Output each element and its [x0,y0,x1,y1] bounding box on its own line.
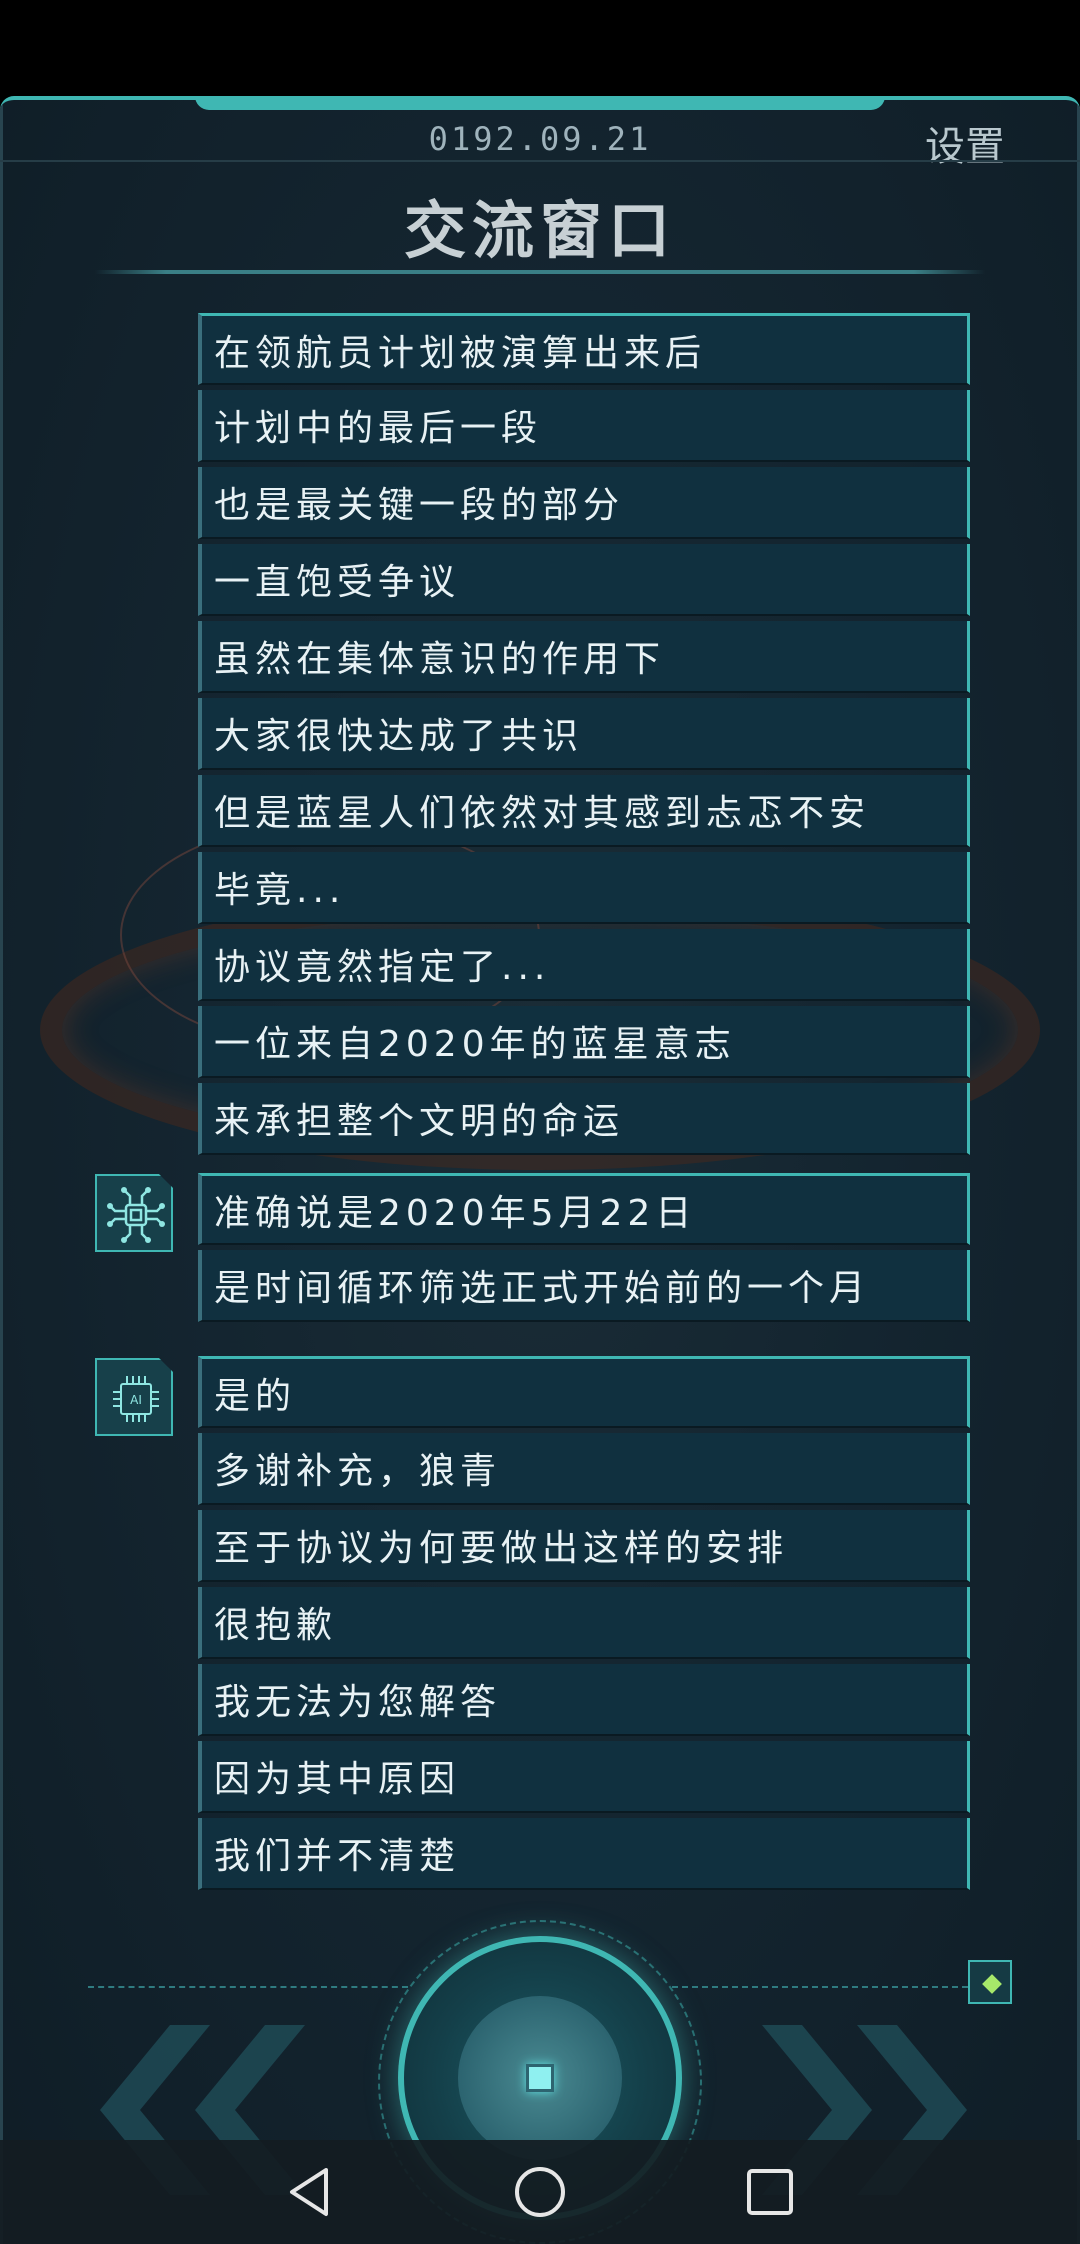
chat-message: 一直饱受争议 [198,544,970,616]
triangle-back-icon[interactable] [280,2162,340,2222]
chat-message: 毕竟... [198,852,970,924]
circle-home-icon[interactable] [510,2162,570,2222]
chat-message: 我无法为您解答 [198,1664,970,1736]
chat-message: 准确说是2020年5月22日 [198,1173,970,1245]
advance-button-icon[interactable] [526,2064,554,2092]
panel-edge-left [0,100,3,2244]
status-bar [0,0,1080,96]
chat-message: 至于协议为何要做出这样的安排 [198,1510,970,1582]
chat-message: 在领航员计划被演算出来后 [198,313,970,385]
avatar-circuit [95,1174,173,1252]
dialog-panel: 0192.09.21 设置 交流窗口 在领航员计划被演算出来后 计划中的最后一段也… [0,96,1080,2244]
title-underline [95,270,985,274]
header-divider [0,160,1080,162]
chat-message: 但是蓝星人们依然对其感到忐忑不安 [198,775,970,847]
chat-message: 协议竟然指定了... [198,929,970,1001]
ai-chip-icon: AI [113,1376,159,1422]
chat-message: 很抱歉 [198,1587,970,1659]
chat-message: 是的 [198,1356,970,1428]
chat-message: 我们并不清楚 [198,1818,970,1890]
panel-top-lip [195,100,885,110]
square-recents-icon[interactable] [740,2162,800,2222]
system-nav-bar [0,2140,1080,2244]
avatar-ai-chip: AI [95,1358,173,1436]
diamond-gem-icon[interactable] [968,1960,1012,2004]
chat-message: 一位来自2020年的蓝星意志 [198,1006,970,1078]
chat-message: 也是最关键一段的部分 [198,467,970,539]
chat-message: 因为其中原因 [198,1741,970,1813]
chat-message: 计划中的最后一段 [198,390,970,462]
chat-message: 来承担整个文明的命运 [198,1083,970,1155]
bottom-divider-left [88,1986,408,1988]
circuit-bug-icon [107,1187,165,1243]
chat-message: 虽然在集体意识的作用下 [198,621,970,693]
chat-message: 大家很快达成了共识 [198,698,970,770]
settings-button[interactable]: 设置 [925,114,1005,172]
ai-chip-label: AI [130,1393,142,1407]
chat-message: 多谢补充，狼青 [198,1433,970,1505]
page-title: 交流窗口 [403,194,676,267]
bottom-divider-right [672,1986,968,1988]
date-display: 0192.09.21 [428,120,652,158]
chat-message: 是时间循环筛选正式开始前的一个月 [198,1250,970,1322]
